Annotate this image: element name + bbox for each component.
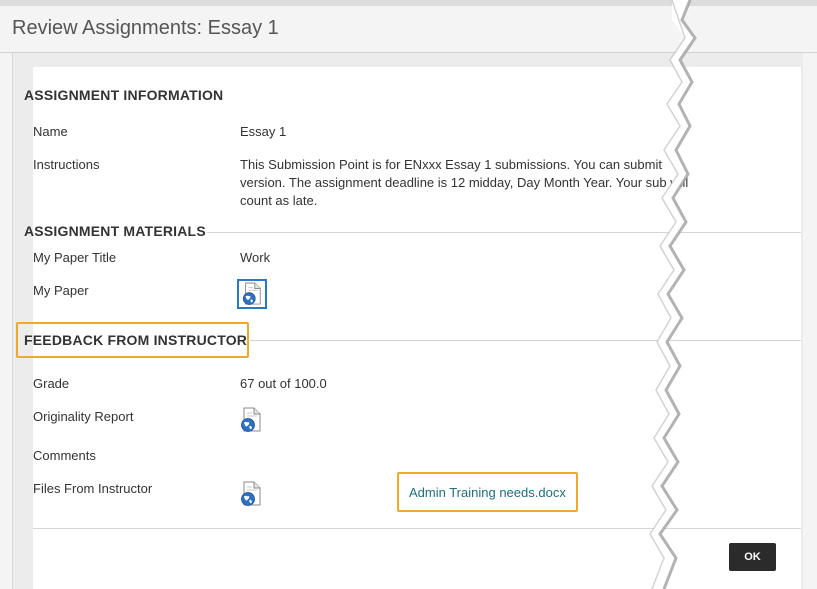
grade-label: Grade bbox=[33, 376, 70, 391]
instructions-label: Instructions bbox=[33, 157, 100, 172]
my-paper-label: My Paper bbox=[33, 283, 89, 298]
feedback-heading: FEEDBACK FROM INSTRUCTOR bbox=[24, 332, 248, 348]
paper-title-label: My Paper Title bbox=[33, 250, 117, 265]
ok-button[interactable]: OK bbox=[729, 543, 776, 571]
name-value: Essay 1 bbox=[240, 124, 287, 139]
instructor-file-document-icon[interactable] bbox=[239, 481, 263, 507]
footer-divider bbox=[33, 528, 801, 529]
top-bar bbox=[0, 0, 817, 6]
assignment-materials-heading: ASSIGNMENT MATERIALS bbox=[24, 223, 206, 239]
originality-report-document-icon[interactable] bbox=[239, 407, 263, 433]
instructor-file-link[interactable]: Admin Training needs.docx bbox=[409, 485, 566, 500]
name-label: Name bbox=[33, 124, 68, 139]
grade-value: 67 out of 100.0 bbox=[240, 376, 327, 391]
files-from-instructor-label: Files From Instructor bbox=[33, 481, 153, 496]
paper-title-value: Work bbox=[240, 250, 271, 265]
my-paper-document-icon[interactable] bbox=[237, 279, 267, 309]
feedback-divider bbox=[250, 340, 801, 341]
page-title: Review Assignments: Essay 1 bbox=[12, 17, 279, 39]
materials-divider bbox=[207, 232, 801, 233]
originality-report-label: Originality Report bbox=[33, 409, 134, 424]
instructions-value: This Submission Point is for ENxxx Essay… bbox=[240, 157, 689, 208]
comments-label: Comments bbox=[33, 448, 96, 463]
assignment-information-heading: ASSIGNMENT INFORMATION bbox=[24, 87, 224, 103]
